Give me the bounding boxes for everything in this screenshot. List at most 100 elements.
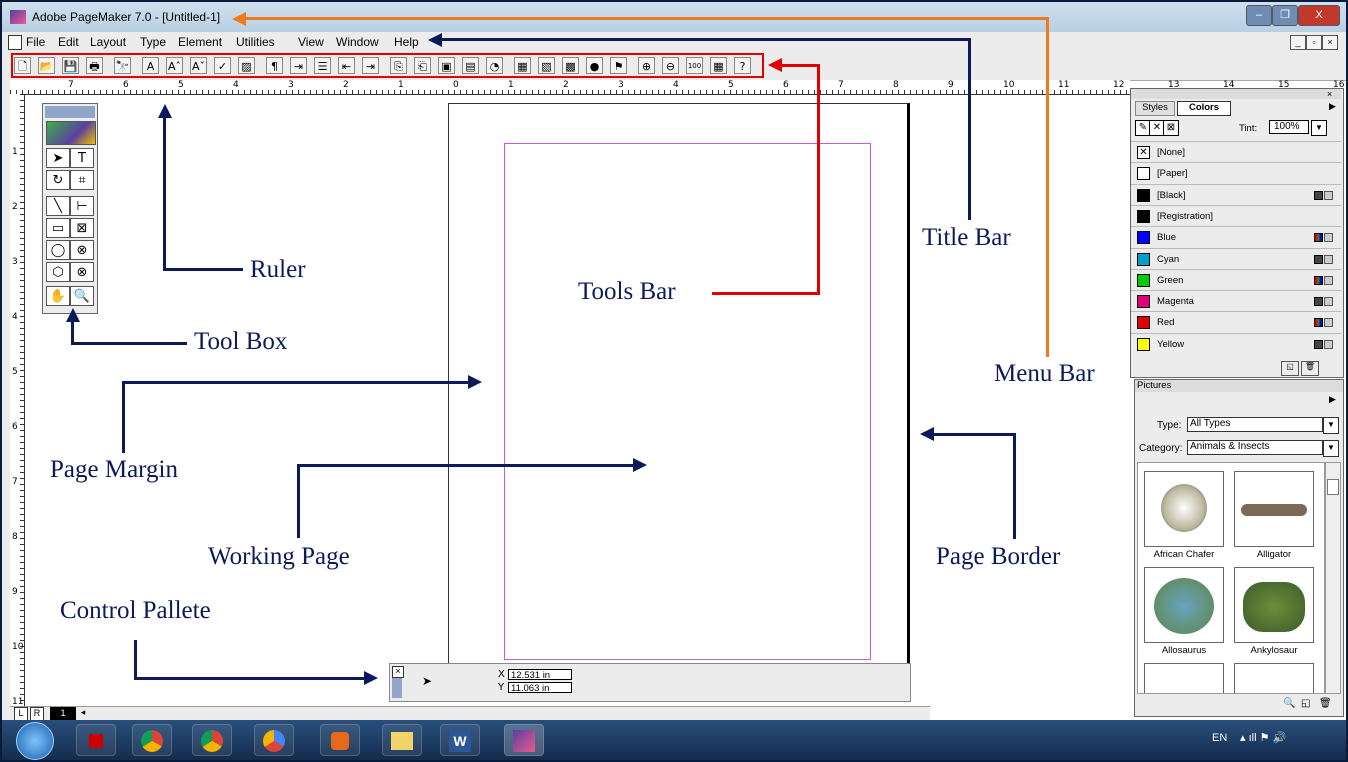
hand-tool-icon[interactable]: ✋	[46, 286, 70, 306]
task-media-icon[interactable]	[76, 724, 116, 756]
menu-file[interactable]: File	[26, 35, 45, 49]
color-row[interactable]: ✕ [None]	[1131, 141, 1341, 163]
color-row[interactable]: Magenta	[1131, 290, 1341, 312]
polygon-frame-tool-icon[interactable]: ⊗	[70, 262, 94, 282]
tint-field[interactable]: 100%	[1269, 120, 1309, 134]
menu-window[interactable]: Window	[336, 35, 379, 49]
pictures-menu-icon[interactable]: ▶	[1329, 394, 1336, 405]
task-player-icon[interactable]	[320, 724, 360, 756]
text-tool-icon[interactable]: T	[70, 148, 94, 168]
close-button[interactable]: X	[1298, 5, 1340, 26]
doc-minimize-button[interactable]: _	[1290, 35, 1306, 50]
color-row[interactable]: [Black]	[1131, 183, 1341, 206]
pictures-title[interactable]: Pictures	[1135, 380, 1343, 392]
copy-icon[interactable]: ⎘	[390, 57, 407, 74]
document-icon[interactable]	[8, 35, 22, 50]
pointer-tool-icon[interactable]: ➤	[46, 148, 70, 168]
control-palette-grip[interactable]	[392, 678, 402, 698]
menu-type[interactable]: Type	[140, 35, 166, 49]
pictures-scrollbar[interactable]	[1325, 462, 1341, 694]
save-icon[interactable]: 💾	[62, 57, 79, 74]
thumb-alligator[interactable]	[1234, 471, 1314, 547]
delete-color-icon[interactable]: 🗑	[1301, 361, 1319, 376]
scroll-left-icon[interactable]: ◂	[78, 707, 88, 720]
start-button[interactable]	[16, 722, 54, 760]
menu-help[interactable]: Help	[394, 35, 419, 49]
thumb-african-chafer[interactable]	[1144, 471, 1224, 547]
paste-icon[interactable]: ⎗	[414, 57, 431, 74]
thumb-allosaurus[interactable]	[1144, 567, 1224, 643]
line-tool-icon[interactable]: ╲	[46, 196, 70, 216]
constrained-line-tool-icon[interactable]: ⊢	[70, 196, 94, 216]
color-row[interactable]: Red	[1131, 311, 1341, 333]
color-row[interactable]: [Registration]	[1131, 204, 1341, 227]
type-select[interactable]: All Types	[1187, 417, 1323, 432]
tab-styles[interactable]: Styles	[1135, 101, 1175, 116]
rectangle-frame-tool-icon[interactable]: ⊠	[70, 218, 94, 238]
delete-picture-icon[interactable]: 🗑	[1319, 698, 1332, 709]
tray-icons[interactable]: ▴ ıll ⚑ 🔊	[1240, 731, 1286, 744]
ellipse-tool-icon[interactable]: ◯	[46, 240, 70, 260]
master-icon[interactable]: ▤	[462, 57, 479, 74]
bullets-icon[interactable]: ☰	[314, 57, 331, 74]
maximize-button[interactable]: ❐	[1272, 5, 1298, 26]
task-chrome-icon-2[interactable]	[192, 724, 232, 756]
thumb-ankylosaur[interactable]	[1234, 567, 1314, 643]
menu-edit[interactable]: Edit	[58, 35, 79, 49]
group-icon[interactable]: ◔	[486, 57, 503, 74]
task-word-icon[interactable]: W	[440, 724, 480, 756]
print-icon[interactable]: 🖶	[86, 57, 103, 74]
type-dropdown-icon[interactable]: ▼	[1323, 417, 1339, 434]
open-icon[interactable]: 📂	[38, 57, 55, 74]
outdent-icon[interactable]: ⇥	[362, 57, 379, 74]
paragraph-icon[interactable]: ¶	[266, 57, 283, 74]
tint-dropdown-icon[interactable]: ▼	[1311, 120, 1327, 136]
rectangle-tool-icon[interactable]: ▭	[46, 218, 70, 238]
acrobat-icon[interactable]: ⚑	[610, 57, 627, 74]
control-palette-close-button[interactable]: ×	[392, 666, 404, 678]
colors-palette-header[interactable]	[1131, 89, 1341, 99]
thumb-partial-1[interactable]	[1144, 663, 1224, 693]
zoom-tool-icon[interactable]: 🔍	[70, 286, 94, 306]
spelling-icon[interactable]: ✓	[214, 57, 231, 74]
menu-element[interactable]: Element	[178, 35, 222, 49]
menu-utilities[interactable]: Utilities	[236, 35, 275, 49]
colors-palette-close-icon[interactable]: ×	[1327, 89, 1332, 99]
doc-close-button[interactable]: ×	[1322, 35, 1338, 50]
color-row[interactable]: Yellow	[1131, 332, 1341, 355]
font-smaller-icon[interactable]: Aˇ	[190, 57, 207, 74]
task-explorer-icon[interactable]	[382, 724, 422, 756]
menu-view[interactable]: View	[298, 35, 324, 49]
task-chrome-icon-3[interactable]	[254, 724, 294, 756]
color-row[interactable]: [Paper]	[1131, 162, 1341, 184]
scroll-thumb[interactable]	[1327, 479, 1339, 495]
both-icon[interactable]: ⊠	[1163, 120, 1179, 136]
new-picture-button[interactable]: ◱	[1301, 698, 1310, 709]
zoom-in-icon[interactable]: ⊕	[638, 57, 655, 74]
font-icon[interactable]: A	[142, 57, 159, 74]
category-select[interactable]: Animals & Insects	[1187, 440, 1323, 455]
color-row[interactable]: Cyan	[1131, 247, 1341, 270]
minimize-button[interactable]: –	[1246, 5, 1272, 26]
doc-restore-button[interactable]: ▫	[1306, 35, 1322, 50]
image-icon[interactable]: ▦	[514, 57, 531, 74]
x-coordinate-field[interactable]: 12.531 in	[508, 669, 572, 681]
globe-icon[interactable]: ●	[586, 57, 603, 74]
rotate-tool-icon[interactable]: ↻	[46, 170, 70, 190]
tab-colors[interactable]: Colors	[1177, 101, 1231, 116]
search-pictures-icon[interactable]: 🔍	[1283, 698, 1295, 709]
y-coordinate-field[interactable]: 11.063 in	[508, 682, 572, 694]
vertical-ruler[interactable]	[10, 94, 25, 706]
tab-icon[interactable]: ⇥	[290, 57, 307, 74]
place-icon[interactable]: ▣	[438, 57, 455, 74]
frame-icon[interactable]: ▨	[238, 57, 255, 74]
palette-menu-icon[interactable]: ▶	[1329, 101, 1336, 112]
picture-icon[interactable]: ▩	[562, 57, 579, 74]
font-larger-icon[interactable]: Aˆ	[166, 57, 183, 74]
object-icon[interactable]: ▧	[538, 57, 555, 74]
color-row[interactable]: Blue	[1131, 226, 1341, 248]
zoom-out-icon[interactable]: ⊖	[662, 57, 679, 74]
new-color-button[interactable]: ◱	[1281, 361, 1299, 376]
actual-size-icon[interactable]: 100	[686, 57, 703, 74]
polygon-tool-icon[interactable]: ⬡	[46, 262, 70, 282]
